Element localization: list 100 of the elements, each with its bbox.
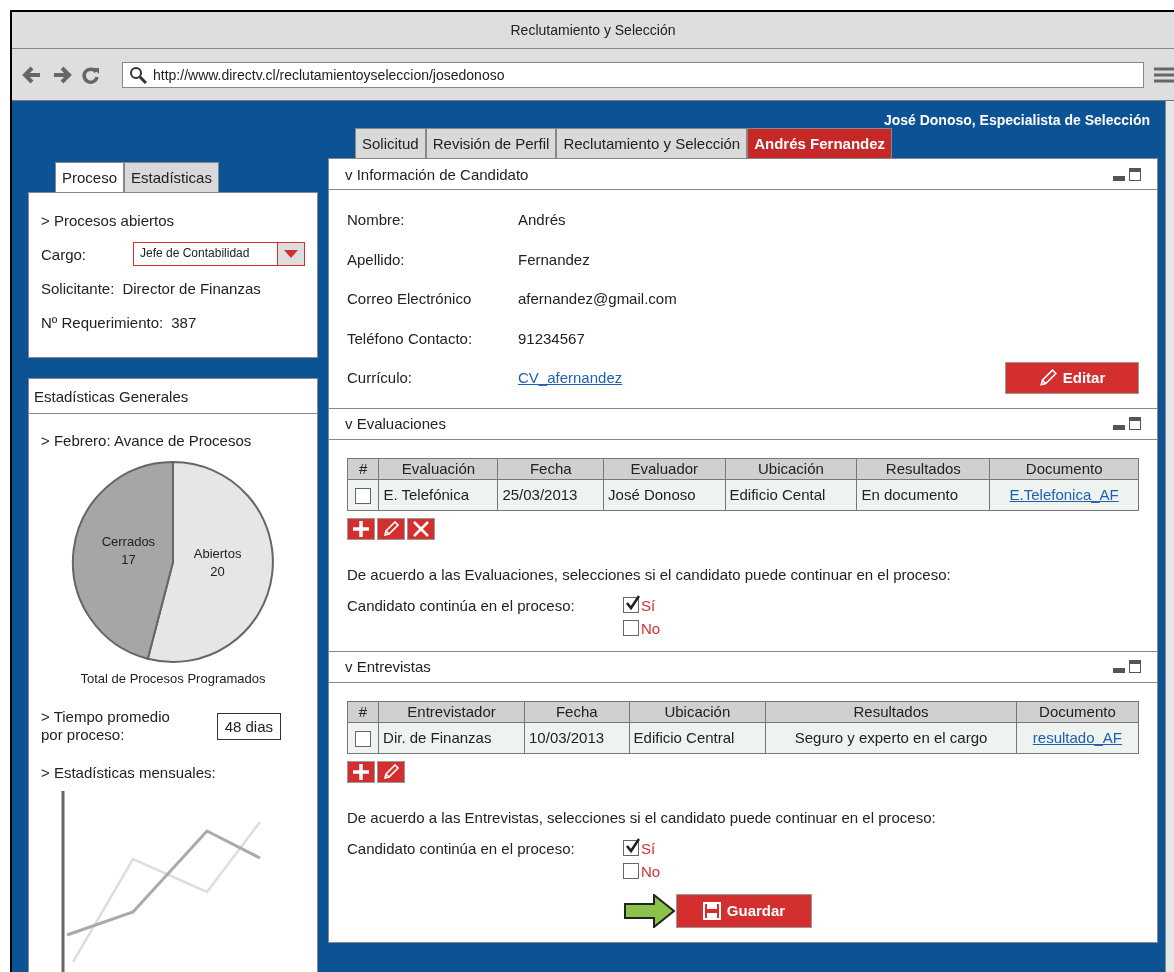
column-header: Evaluador	[603, 458, 725, 479]
field-label: Solicitante:	[41, 279, 115, 297]
checkbox[interactable]	[623, 840, 639, 856]
field-label: Teléfono Contacto:	[347, 329, 474, 347]
section-title: v Entrevistas	[345, 658, 431, 675]
section-header[interactable]: v Información de Candidato	[329, 159, 1157, 190]
checkbox[interactable]	[355, 730, 372, 747]
field-label: Nº Requerimiento:	[41, 313, 164, 331]
field-label: Cargo:	[41, 245, 88, 263]
search-icon	[129, 65, 147, 84]
plus-icon	[353, 520, 369, 537]
section-heading: > Tiempo promedio por proceso:	[41, 708, 170, 744]
question-label: Candidato continúa en el proceso:	[347, 596, 576, 616]
plus-icon	[353, 763, 369, 780]
maximize-icon[interactable]	[1129, 167, 1141, 181]
question-label: Candidato continúa en el proceso:	[347, 839, 576, 859]
edit-button[interactable]: Editar	[1005, 361, 1139, 394]
maximize-icon[interactable]	[1129, 417, 1141, 430]
tab[interactable]: Estadísticas	[124, 162, 219, 192]
field-value: Director de Finanzas	[122, 279, 261, 297]
field-label: Correo Electrónico	[347, 290, 473, 308]
slice-label: Cerrados 17	[101, 534, 156, 568]
instruction-text: De acuerdo a las Evaluaciones, selecciones si el candidato puede continuar en el proceso:	[347, 565, 952, 583]
table-cell: En documento	[856, 479, 990, 510]
user-label: José Donoso, Especialista de Selección	[883, 112, 1150, 128]
save-button[interactable]: Guardar	[676, 893, 812, 928]
edit-button[interactable]	[377, 760, 405, 783]
checkbox[interactable]	[623, 863, 639, 879]
column-header: Evaluación	[378, 458, 498, 479]
add-button[interactable]	[347, 517, 375, 540]
field-value: 387	[171, 313, 197, 331]
panel-title: Estadísticas Generales	[34, 387, 189, 405]
column-header: Fecha	[497, 458, 604, 479]
section-header[interactable]: v Evaluaciones	[329, 407, 1157, 440]
table-cell: José Donoso	[603, 479, 725, 510]
forward-icon[interactable]	[52, 65, 72, 84]
field-label: Nombre:	[347, 211, 406, 229]
field-value: Andrés	[518, 211, 566, 229]
column-header: #	[347, 701, 379, 722]
column-header: #	[347, 458, 379, 479]
table-cell: 25/03/2013	[497, 479, 604, 510]
table-cell: Edificio Cental	[725, 479, 857, 510]
field-label: Currículo:	[347, 369, 414, 387]
maximize-icon[interactable]	[1129, 660, 1141, 673]
section-heading: > Estadísticas mensuales:	[41, 764, 217, 781]
option-label: No	[641, 619, 661, 637]
column-header: Resultados	[765, 701, 1017, 722]
pencil-icon	[383, 763, 399, 780]
field-value: afernandez@gmail.com	[518, 290, 677, 308]
pencil-icon	[1038, 368, 1057, 387]
edit-button[interactable]	[377, 517, 405, 540]
scrollbar[interactable]	[1165, 101, 1174, 972]
table-cell: Dir. de Finanzas	[378, 722, 525, 753]
reload-icon[interactable]	[82, 65, 100, 84]
instruction-text: De acuerdo a las Entrevistas, selecciones si el candidato puede continuar en el proceso:	[347, 808, 937, 826]
option-label: Sí	[641, 596, 656, 614]
delete-button[interactable]	[407, 517, 435, 540]
caret-icon	[284, 250, 298, 258]
column-header: Ubicación	[629, 701, 766, 722]
field-label: Apellido:	[347, 250, 406, 268]
section-title: v Evaluaciones	[345, 415, 446, 432]
tab[interactable]: Revisión de Perfil	[425, 128, 557, 158]
section-title: v Información de Candidato	[345, 165, 529, 183]
table-cell: Edificio Central	[629, 722, 766, 753]
table-cell: Seguro y experto en el cargo	[765, 722, 1017, 753]
slice-label: Abiertos 20	[193, 545, 242, 579]
option-label: No	[641, 862, 661, 880]
window-title: Reclutamiento y Selección	[510, 22, 676, 38]
section-heading: > Febrero: Avance de Procesos	[41, 432, 253, 449]
field-value: 91234567	[518, 329, 585, 347]
close-icon	[413, 520, 429, 537]
column-header: Resultados	[856, 458, 990, 479]
field-value: Fernandez	[518, 250, 590, 268]
section-header[interactable]: v Entrevistas	[329, 650, 1157, 683]
table-cell: 10/03/2013	[524, 722, 630, 753]
column-header: Documento	[1016, 701, 1139, 722]
dropdown[interactable]: Jefe de Contabilidad	[133, 242, 305, 266]
cv-link[interactable]: CV_afernandez	[518, 369, 623, 387]
checkbox[interactable]	[623, 620, 639, 636]
minimize-icon[interactable]	[1113, 175, 1125, 181]
back-icon[interactable]	[22, 65, 42, 84]
section-heading: > Procesos abiertos	[41, 211, 174, 229]
tab[interactable]: Andrés Fernandez	[747, 128, 893, 158]
arrow-icon	[624, 893, 676, 928]
column-header: Fecha	[524, 701, 630, 722]
column-header: Documento	[989, 458, 1139, 479]
url-field[interactable]: http://www.directv.cl/reclutamientoyseleccion/josedonoso	[122, 61, 1144, 88]
value-box: 48 dias	[216, 712, 281, 740]
checkbox[interactable]	[355, 487, 372, 504]
column-header: Ubicación	[725, 458, 857, 479]
add-button[interactable]	[347, 760, 375, 783]
checkbox[interactable]	[623, 597, 639, 613]
tab[interactable]: Reclutamiento y Selección	[556, 128, 748, 158]
tab[interactable]: Proceso	[55, 162, 125, 192]
pencil-icon	[383, 520, 399, 537]
option-label: Sí	[641, 839, 656, 857]
table-cell: E. Telefónica	[378, 479, 498, 510]
column-header: Entrevistador	[378, 701, 525, 722]
tab[interactable]: Solicitud	[355, 128, 426, 158]
chart-title: Total de Procesos Programados	[79, 671, 267, 686]
